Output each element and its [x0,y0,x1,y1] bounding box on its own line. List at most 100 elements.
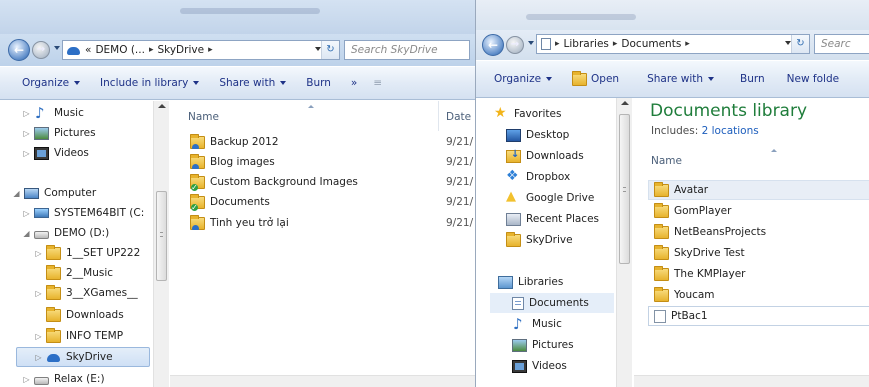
collapse-icon[interactable]: ◢ [12,189,21,198]
locations-link[interactable]: 2 locations [702,125,759,137]
nav-item-google-drive[interactable]: Google Drive [506,188,594,208]
expand-icon[interactable]: ▷ [22,109,31,118]
refresh-icon[interactable]: ↻ [321,41,339,59]
view-options-icon[interactable]: ≡ [367,77,392,89]
column-header-name[interactable]: Name [651,149,777,167]
navigation-pane: ▷ Music ▷ Pictures ▷ Videos ◢ Computer ▷ SYST… [0,101,152,387]
organize-button[interactable]: Organize [0,77,90,89]
file-row[interactable]: Custom Background Images [190,172,358,192]
forward-button[interactable]: → [506,36,524,54]
include-in-library-button[interactable]: Include in library [90,77,209,89]
file-row[interactable]: Avatar [648,180,869,200]
nav-scroll-thumb[interactable] [156,191,167,281]
column-divider[interactable] [438,101,439,131]
nav-item-pictures[interactable]: ▷ Pictures [22,123,96,143]
nav-scroll-thumb[interactable] [619,114,630,264]
breadcrumb-overflow[interactable]: « [85,44,91,56]
file-row[interactable]: Documents [190,192,270,212]
file-row[interactable]: Youcam [654,285,715,305]
nav-scrollbar[interactable] [616,98,632,387]
nav-label: Downloads [526,150,584,162]
file-row[interactable]: Tinh yeu trở lại [190,213,289,233]
open-button[interactable]: Open [562,70,629,86]
nav-item-info-temp[interactable]: ▷ INFO TEMP [34,326,123,346]
file-row[interactable]: Blog images [190,152,275,172]
column-header-date[interactable]: Date [446,111,471,123]
nav-item-xgames[interactable]: ▷ 3__XGames__ [34,283,138,303]
file-row[interactable]: SkyDrive Test [654,243,745,263]
file-row[interactable]: NetBeansProjects [654,222,766,242]
address-box[interactable]: ▸ Libraries ▸ Documents ▸ ↻ [536,34,810,54]
refresh-icon[interactable]: ↻ [791,35,809,53]
nav-item-documents[interactable]: Documents [490,293,614,313]
new-folder-button[interactable]: New folde [775,73,849,85]
expand-icon[interactable]: ▷ [22,149,31,158]
breadcrumb-chevron-icon[interactable]: ▸ [149,45,154,55]
nav-item-downloads[interactable]: Downloads [506,146,584,166]
nav-item-skydrive[interactable]: SkyDrive [506,230,573,250]
breadcrumb-skydrive[interactable]: SkyDrive [157,44,204,56]
breadcrumb-documents[interactable]: Documents [621,38,681,50]
folder-icon [654,265,669,281]
nav-libraries-header[interactable]: Libraries [498,272,563,292]
burn-button[interactable]: Burn [724,73,775,85]
burn-button[interactable]: Burn [296,77,341,89]
nav-item-videos[interactable]: ▷ Videos [22,143,89,163]
nav-item-system-drive[interactable]: ▷ SYSTEM64BIT (C: [22,203,144,223]
nav-label: 2__Music [66,267,114,279]
expand-icon[interactable]: ▷ [34,353,43,362]
expand-icon[interactable]: ▷ [34,332,43,341]
address-box[interactable]: « DEMO (... ▸ SkyDrive ▸ ↻ [62,40,340,60]
nav-item-recent-places[interactable]: Recent Places [506,209,599,229]
nav-item-desktop[interactable]: Desktop [506,125,569,145]
breadcrumb-libraries[interactable]: Libraries [564,38,609,50]
nav-item-music[interactable]: ▷ Music [22,103,83,123]
share-with-button[interactable]: Share with [209,77,296,89]
nav-item-downloads[interactable]: Downloads [46,305,124,325]
expand-icon[interactable]: ▷ [34,289,43,298]
nav-item-setup[interactable]: ▷ 1__SET UP222 [34,243,140,263]
nav-item-music[interactable]: Music [512,314,562,334]
breadcrumb-chevron-icon[interactable]: ▸ [555,39,560,49]
nav-favorites-header[interactable]: Favorites [494,104,561,124]
breadcrumb-demo[interactable]: DEMO (... [95,44,145,56]
organize-button[interactable]: Organize [476,73,562,85]
nav-item-skydrive[interactable]: ▷ SkyDrive [16,347,150,367]
nav-item-demo-drive[interactable]: ◢ DEMO (D:) [22,223,109,243]
scroll-up-icon[interactable] [621,101,629,105]
file-row[interactable]: Backup 2012 [190,132,279,152]
nav-scrollbar[interactable] [153,101,169,387]
expand-icon[interactable]: ▷ [22,209,31,218]
open-folder-icon [572,70,588,86]
recent-locations-dropdown[interactable] [528,41,534,45]
pictures-icon [512,338,527,352]
nav-item-relax-drive[interactable]: ▷ Relax (E:) [22,369,104,387]
file-row[interactable]: GomPlayer [654,201,731,221]
nav-item-dropbox[interactable]: Dropbox [506,167,570,187]
expand-icon[interactable]: ▷ [22,129,31,138]
breadcrumb-chevron-icon[interactable]: ▸ [685,39,690,49]
nav-item-music-folder[interactable]: 2__Music [46,263,113,283]
horizontal-scrollbar[interactable] [634,375,869,387]
breadcrumb-chevron-icon[interactable]: ▸ [613,39,618,49]
search-input[interactable]: Searc [814,34,869,54]
column-header-name[interactable]: Name [188,105,314,123]
expand-icon[interactable]: ▷ [22,375,31,384]
recent-locations-dropdown[interactable] [54,46,60,50]
share-with-button[interactable]: Share with [629,73,724,85]
horizontal-scrollbar[interactable] [170,375,475,387]
collapse-icon[interactable]: ◢ [22,229,31,238]
file-row[interactable]: PtBac1 [648,306,869,326]
scroll-up-icon[interactable] [158,104,166,108]
nav-item-pictures[interactable]: Pictures [512,335,574,355]
search-input[interactable]: Search SkyDrive [344,40,470,60]
back-button[interactable]: ← [482,34,504,56]
file-row[interactable]: The KMPlayer [654,264,746,284]
back-button[interactable]: ← [8,39,30,61]
more-commands-button[interactable]: » [341,77,367,89]
breadcrumb-chevron-icon[interactable]: ▸ [208,45,213,55]
nav-item-computer[interactable]: ◢ Computer [12,183,96,203]
nav-item-videos[interactable]: Videos [512,356,567,376]
forward-button[interactable]: → [32,41,50,59]
expand-icon[interactable]: ▷ [34,249,43,258]
